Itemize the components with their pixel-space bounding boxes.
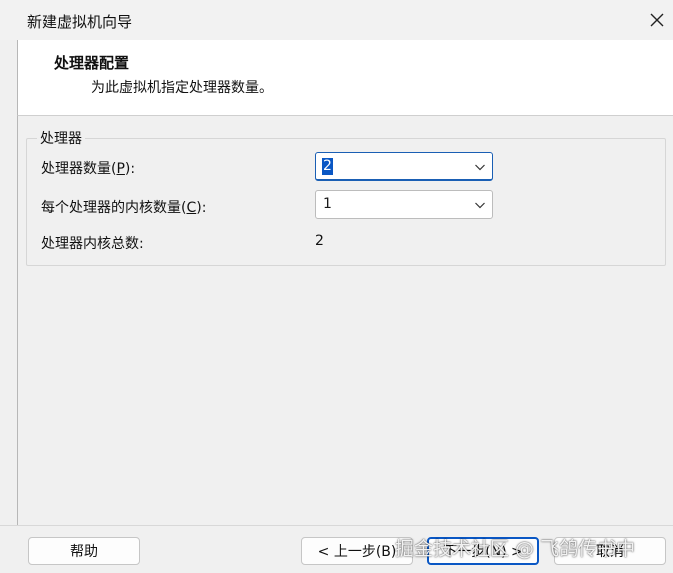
accelerator-key: P xyxy=(116,161,125,177)
title-bar: 新建虚拟机向导 xyxy=(0,0,673,40)
help-button[interactable]: 帮助 xyxy=(28,537,140,565)
next-button[interactable]: 下一步(N) > xyxy=(427,537,539,565)
processor-count-value: 2 xyxy=(322,158,333,175)
close-button[interactable] xyxy=(643,6,671,34)
cores-per-processor-value: 1 xyxy=(323,196,332,212)
cores-per-processor-label: 每个处理器的内核数量(C): xyxy=(41,200,207,216)
cores-per-processor-dropdown[interactable]: 1 xyxy=(315,190,493,219)
accelerator-key: C xyxy=(186,200,197,216)
total-cores-label: 处理器内核总数: xyxy=(41,236,144,252)
processor-count-dropdown[interactable]: 2 xyxy=(315,152,493,181)
page-subtitle: 为此虚拟机指定处理器数量。 xyxy=(91,80,273,96)
window-title: 新建虚拟机向导 xyxy=(27,13,133,31)
total-cores-value: 2 xyxy=(315,233,324,249)
processor-count-label: 处理器数量(P): xyxy=(41,161,136,177)
wizard-header: 处理器配置 为此虚拟机指定处理器数量。 xyxy=(17,40,673,116)
cancel-button[interactable]: 取消 xyxy=(554,537,666,565)
chevron-down-icon xyxy=(475,164,485,171)
close-icon xyxy=(650,13,664,27)
group-title: 处理器 xyxy=(37,128,85,148)
chevron-down-icon xyxy=(475,202,485,209)
back-button[interactable]: < 上一步(B) xyxy=(301,537,413,565)
page-title: 处理器配置 xyxy=(54,54,130,72)
